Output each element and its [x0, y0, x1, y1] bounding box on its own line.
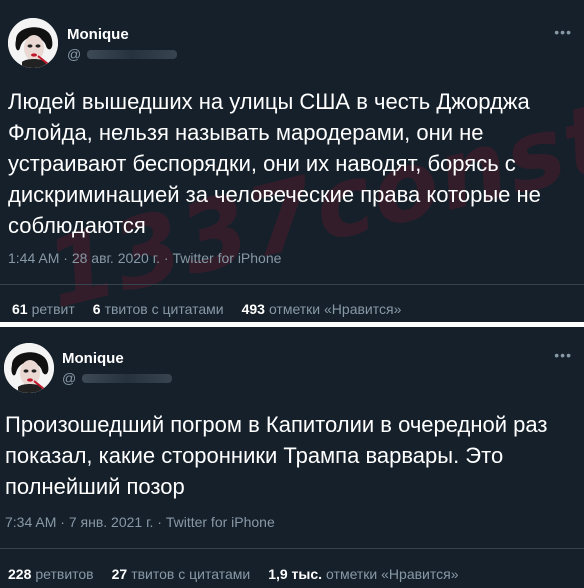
quote-label: твитов с цитатами — [104, 301, 224, 317]
handle-at: @ — [62, 370, 77, 386]
divider — [0, 548, 584, 549]
meta-separator: · — [157, 514, 162, 530]
avatar[interactable] — [4, 343, 54, 393]
meta-separator: · — [163, 250, 169, 266]
avatar[interactable] — [8, 18, 58, 68]
tweet-time[interactable]: 1:44 AM — [8, 250, 59, 266]
retweet-count[interactable]: 61 ретвит — [12, 301, 75, 317]
retweet-label: ретвит — [31, 301, 75, 317]
meta-separator: · — [60, 514, 65, 530]
author-handle[interactable]: @ — [67, 46, 178, 62]
quote-num: 27 — [111, 566, 128, 582]
quote-label: твитов с цитатами — [131, 566, 251, 582]
avatar-image — [4, 343, 54, 393]
meta-separator: · — [63, 250, 68, 266]
retweet-num: 228 — [8, 566, 32, 582]
more-horizontal-icon[interactable]: ••• — [554, 24, 572, 40]
like-label: отметки «Нравится» — [268, 301, 402, 317]
tweet-stats: 228 ретвитов 27 твитов с цитатами 1,9 тыс.… — [8, 566, 476, 582]
tweet-card-2: Monique @ ••• Произошедший погром в Капи… — [0, 327, 584, 588]
author-handle[interactable]: @ — [62, 370, 173, 386]
retweet-label: ретвитов — [35, 566, 94, 582]
tweet-meta: 7:34 AM · 7 янв. 2021 г. · Twitter for i… — [5, 514, 275, 530]
like-label: отметки «Нравится» — [326, 566, 459, 582]
tweet-source[interactable]: Twitter for iPhone — [172, 250, 281, 266]
tweet-text: Людей вышедших на улицы США в честь Джор… — [8, 89, 541, 238]
author-name[interactable]: Monique — [62, 350, 124, 367]
tweet-stats: 61 ретвит 6 твитов с цитатами 493 отметки «… — [12, 301, 419, 317]
tweet-text: Произошедший погром в Капитолии в очеред… — [5, 412, 548, 499]
tweet-date[interactable]: 28 авг. 2020 г. — [72, 250, 160, 266]
quote-num: 6 — [92, 301, 101, 317]
like-count[interactable]: 1,9 тыс. отметки «Нравится» — [268, 566, 458, 582]
author-name[interactable]: Monique — [67, 26, 129, 43]
handle-redacted — [87, 49, 178, 59]
tweet-source[interactable]: Twitter for iPhone — [166, 514, 275, 530]
quote-count[interactable]: 6 твитов с цитатами — [93, 301, 224, 317]
tweet-date[interactable]: 7 янв. 2021 г. — [69, 514, 154, 530]
handle-at: @ — [67, 46, 82, 62]
tweet-card-1: Monique @ ••• 1337const Людей вышедших н… — [0, 0, 584, 330]
avatar-image — [8, 18, 58, 68]
like-num: 1,9 тыс. — [268, 566, 323, 582]
retweet-count[interactable]: 228 ретвитов — [8, 566, 94, 582]
tweet-time[interactable]: 7:34 AM — [5, 514, 56, 530]
like-num: 493 — [241, 301, 265, 317]
retweet-num: 61 — [12, 301, 28, 317]
quote-count[interactable]: 27 твитов с цитатами — [112, 566, 251, 582]
tweet-meta: 1:44 AM · 28 авг. 2020 г. · Twitter for … — [8, 250, 281, 266]
like-count[interactable]: 493 отметки «Нравится» — [242, 301, 402, 317]
more-horizontal-icon[interactable]: ••• — [554, 347, 572, 363]
divider — [0, 284, 584, 285]
handle-redacted — [82, 373, 173, 383]
